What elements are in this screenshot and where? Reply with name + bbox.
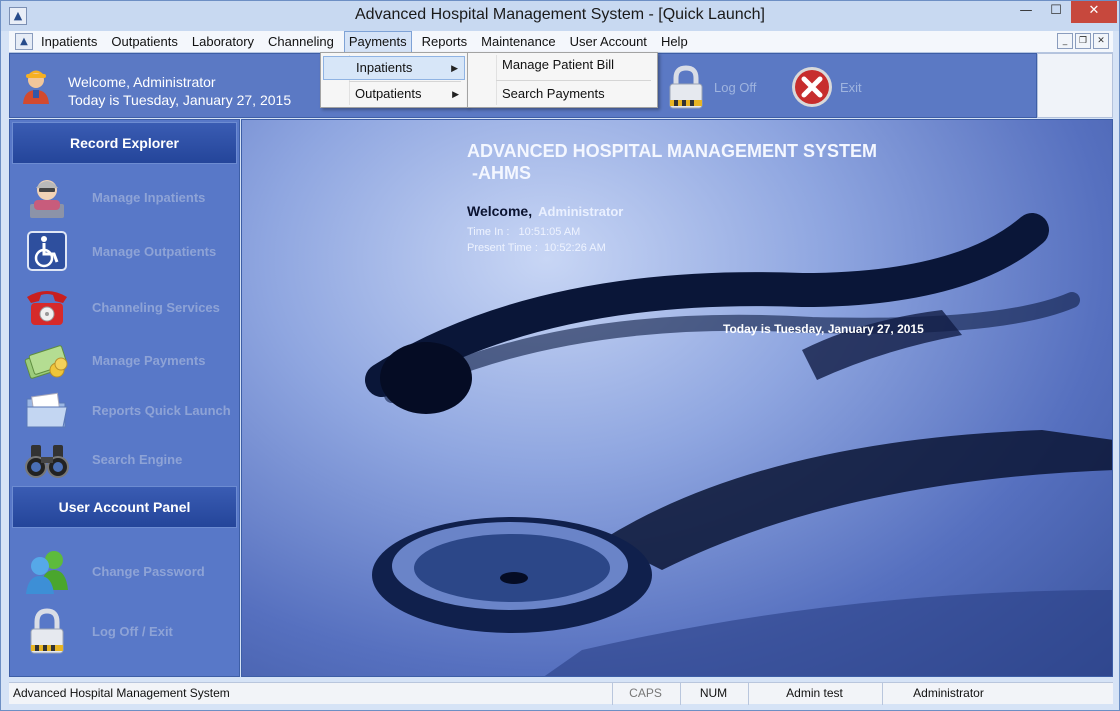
present-time: Present Time : 10:52:26 AM (467, 242, 606, 254)
header-right-panel (1037, 53, 1113, 118)
nav-log-off-exit[interactable]: Log Off / Exit (22, 606, 238, 656)
log-off-button[interactable]: Log Off (664, 64, 756, 110)
dropdown-item-outpatients-label: Outpatients (355, 86, 422, 101)
mdi-close-button[interactable]: ✕ (1093, 33, 1109, 49)
nav-manage-payments-label: Manage Payments (92, 352, 206, 368)
minimize-button[interactable]: — (1011, 1, 1041, 23)
manage-patient-bill-item[interactable]: Manage Patient Bill (470, 53, 655, 77)
dropdown-item-inpatients-label: Inpatients (356, 60, 413, 75)
main-title-line2: -AHMS (467, 163, 531, 183)
app-window: ▲ Advanced Hospital Management System - … (0, 0, 1120, 711)
submenu-arrow-icon: ▶ (452, 89, 459, 99)
menu-channeling[interactable]: Channeling (264, 31, 338, 53)
main-welcome: Welcome, Administrator (467, 203, 623, 219)
money-icon (22, 337, 72, 383)
nav-manage-payments[interactable]: Manage Payments (22, 335, 238, 385)
nav-log-off-exit-label: Log Off / Exit (92, 623, 173, 639)
mdi-minimize-button[interactable]: _ (1057, 33, 1073, 49)
status-app-name: Advanced Hospital Management System (13, 686, 230, 700)
window-title: Advanced Hospital Management System - [Q… (355, 6, 765, 23)
exit-icon (792, 67, 832, 107)
time-in: Time In : 10:51:05 AM (467, 226, 581, 238)
nav-change-password[interactable]: Change Password (22, 546, 238, 596)
status-bar: Advanced Hospital Management System CAPS… (9, 682, 1113, 705)
maximize-button[interactable]: ☐ (1041, 1, 1071, 23)
dropdown-item-inpatients[interactable]: Inpatients ▶ (323, 56, 465, 80)
status-role: Administrator (882, 683, 1014, 705)
menu-user-account[interactable]: User Account (566, 31, 651, 53)
administrator-avatar-icon (23, 70, 49, 104)
dropdown-item-outpatients[interactable]: Outpatients ▶ (323, 82, 465, 106)
padlock-icon (669, 65, 703, 109)
quick-launch-main-area: ADVANCED HOSPITAL MANAGEMENT SYSTEM -AHM… (241, 119, 1113, 677)
nav-manage-outpatients-label: Manage Outpatients (92, 243, 217, 259)
main-welcome-user: Administrator (538, 204, 624, 219)
log-off-label: Log Off (714, 79, 757, 95)
record-explorer-header[interactable]: Record Explorer (12, 122, 237, 164)
menu-maintenance[interactable]: Maintenance (477, 31, 559, 53)
user-account-panel-header[interactable]: User Account Panel (12, 486, 237, 528)
nav-manage-outpatients[interactable]: Manage Outpatients (22, 226, 238, 276)
padlock-icon (22, 608, 72, 654)
nav-manage-inpatients[interactable]: Manage Inpatients (22, 172, 238, 222)
mdi-window-buttons: _ ❐ ✕ (1055, 33, 1109, 49)
nav-reports-quick-launch-label: Reports Quick Launch (92, 402, 231, 418)
mdi-child-icon[interactable]: ▲ (15, 33, 33, 50)
header-today: Today is Tuesday, January 27, 2015 (68, 92, 292, 108)
status-user: Admin test (748, 683, 880, 705)
status-num: NUM (680, 683, 746, 705)
nav-channeling-services-label: Channeling Services (92, 299, 220, 315)
left-navigation-panel: Record Explorer Manage Inpatients Manage… (9, 119, 240, 677)
menu-outpatients[interactable]: Outpatients (107, 31, 182, 53)
stethoscope-background-image (365, 213, 1112, 676)
main-welcome-label: Welcome, (467, 203, 533, 219)
menu-payments[interactable]: Payments (343, 31, 412, 53)
main-today: Today is Tuesday, January 27, 2015 (723, 322, 924, 336)
status-caps: CAPS (612, 683, 678, 705)
folder-icon (22, 387, 72, 433)
menu-items: Inpatients Outpatients Laboratory Channe… (37, 31, 698, 53)
inpatients-payments-submenu: Manage Patient Bill Search Payments (467, 52, 658, 108)
nurse-icon (22, 174, 72, 220)
close-button[interactable]: ✕ (1071, 1, 1117, 23)
menu-inpatients[interactable]: Inpatients (37, 31, 101, 53)
exit-label: Exit (840, 79, 862, 95)
main-title-line1: ADVANCED HOSPITAL MANAGEMENT SYSTEM (467, 141, 878, 161)
wheelchair-icon (22, 228, 72, 274)
header-welcome: Welcome, Administrator (68, 74, 216, 90)
submenu-arrow-icon: ▶ (451, 63, 458, 73)
nav-reports-quick-launch[interactable]: Reports Quick Launch (22, 385, 238, 435)
menu-bar: ▲ Inpatients Outpatients Laboratory Chan… (9, 31, 1113, 53)
menu-help[interactable]: Help (657, 31, 692, 53)
users-icon (22, 548, 72, 594)
search-payments-item[interactable]: Search Payments (470, 82, 655, 106)
nav-search-engine-label: Search Engine (92, 451, 183, 467)
mdi-restore-button[interactable]: ❐ (1075, 33, 1091, 49)
nav-channeling-services[interactable]: Channeling Services (22, 282, 238, 332)
menu-reports[interactable]: Reports (418, 31, 472, 53)
nav-change-password-label: Change Password (92, 563, 205, 579)
title-bar[interactable]: ▲ Advanced Hospital Management System - … (1, 1, 1119, 31)
nav-search-engine[interactable]: Search Engine (22, 434, 238, 484)
payments-dropdown: Inpatients ▶ Outpatients ▶ (320, 52, 468, 108)
dropdown-separator (496, 80, 651, 81)
binoculars-icon (22, 436, 72, 482)
telephone-icon (22, 284, 72, 330)
menu-laboratory[interactable]: Laboratory (188, 31, 258, 53)
exit-button[interactable]: Exit (790, 64, 862, 110)
nav-manage-inpatients-label: Manage Inpatients (92, 189, 206, 205)
main-title: ADVANCED HOSPITAL MANAGEMENT SYSTEM -AHM… (467, 140, 877, 184)
